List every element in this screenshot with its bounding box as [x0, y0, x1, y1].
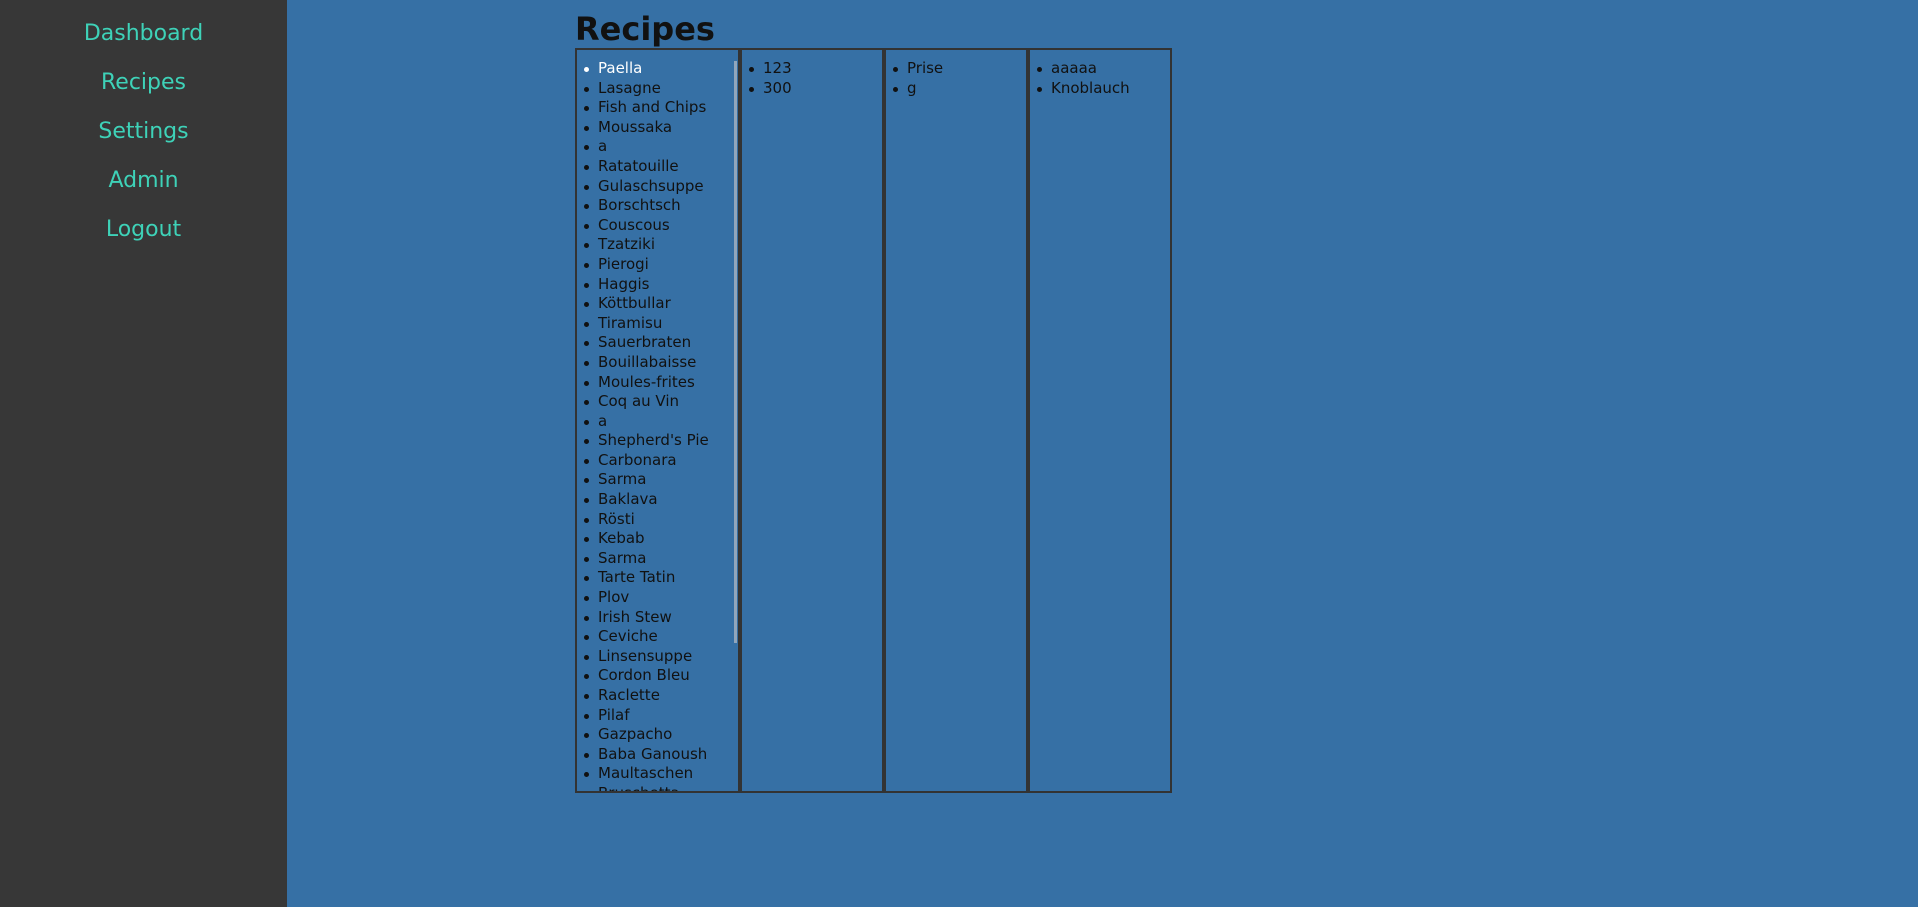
recipe-list-item[interactable]: Bruschetta	[598, 784, 738, 791]
recipe-list-item[interactable]: Gazpacho	[584, 725, 738, 745]
recipe-list-item[interactable]: Cordon Bleu	[584, 666, 738, 686]
unit-list: Prise g	[886, 50, 1026, 98]
recipe-list-item[interactable]: Moussaka	[584, 118, 738, 138]
recipe-list-item[interactable]: Coq au Vin	[584, 392, 738, 412]
recipe-list-item[interactable]: Moules-frites	[584, 373, 738, 393]
recipe-list-item[interactable]: Kebab	[584, 529, 738, 549]
recipe-list-item[interactable]: Sarma	[584, 470, 738, 490]
recipe-list-item[interactable]: Köttbullar	[584, 294, 738, 314]
recipe-list-item[interactable]: Pilaf	[584, 706, 738, 726]
recipe-list-item[interactable]: a	[584, 412, 738, 432]
recipe-list-item[interactable]: Irish Stew	[584, 608, 738, 628]
recipe-list-item[interactable]: a	[584, 137, 738, 157]
unit-list-panel: Prise g	[884, 48, 1028, 793]
recipe-list-item[interactable]: Carbonara	[584, 451, 738, 471]
recipe-list-item[interactable]: Paella	[584, 59, 738, 79]
recipe-list-item[interactable]: Tiramisu	[584, 314, 738, 334]
recipe-list-item[interactable]: Tarte Tatin	[584, 568, 738, 588]
recipe-list-item[interactable]: Raclette	[584, 686, 738, 706]
unit-list-item: Prise	[893, 59, 1026, 79]
ingredient-list-item: Knoblauch	[1037, 79, 1170, 99]
recipe-list-item[interactable]: Sauerbraten	[584, 333, 738, 353]
recipe-list-item[interactable]: Tzatziki	[584, 235, 738, 255]
recipe-list-item[interactable]: Shepherd's Pie	[584, 431, 738, 451]
recipe-list-item[interactable]: Plov	[584, 588, 738, 608]
recipe-list-item[interactable]: Pierogi	[584, 255, 738, 275]
nav-link-admin[interactable]: Admin	[0, 168, 287, 194]
unit-list-item: g	[893, 79, 1026, 99]
amount-list-panel: 123 300	[740, 48, 884, 793]
recipe-list-item[interactable]: Haggis	[584, 275, 738, 295]
recipe-list-item[interactable]: Baklava	[584, 490, 738, 510]
nav-link-logout[interactable]: Logout	[0, 217, 287, 243]
recipe-list-item[interactable]: Maultaschen	[584, 764, 738, 784]
recipe-list-item[interactable]: Lasagne	[584, 79, 738, 99]
nav-link-recipes[interactable]: Recipes	[0, 70, 287, 96]
page-title: Recipes	[575, 10, 715, 48]
recipe-list-item[interactable]: Baba Ganoush	[584, 745, 738, 765]
sidebar: Dashboard Recipes Settings Admin Logout	[0, 0, 287, 907]
recipe-list-item[interactable]: Ceviche	[584, 627, 738, 647]
ingredient-list: aaaaa Knoblauch	[1030, 50, 1170, 98]
recipe-list-panel[interactable]: Paella Lasagne Fish and Chips Moussaka a Rata…	[575, 48, 740, 793]
recipe-list-item[interactable]: Gulaschsuppe	[584, 177, 738, 197]
recipe-list-item[interactable]: Fish and Chips	[584, 98, 738, 118]
recipe-list: Paella Lasagne Fish and Chips Moussaka a Rata…	[577, 50, 738, 791]
ingredient-list-panel: aaaaa Knoblauch	[1028, 48, 1172, 793]
recipe-list-item[interactable]: Borschtsch	[584, 196, 738, 216]
amount-list-item: 300	[749, 79, 882, 99]
amount-list-item: 123	[749, 59, 882, 79]
recipe-list-scrollbar[interactable]	[734, 61, 737, 643]
recipe-list-item[interactable]: Couscous	[584, 216, 738, 236]
recipe-list-item[interactable]: Linsensuppe	[584, 647, 738, 667]
recipe-list-item[interactable]: Bouillabaisse	[584, 353, 738, 373]
nav-link-dashboard[interactable]: Dashboard	[0, 21, 287, 47]
nav-link-settings[interactable]: Settings	[0, 119, 287, 145]
recipe-list-item[interactable]: Rösti	[584, 510, 738, 530]
recipe-list-item[interactable]: Ratatouille	[584, 157, 738, 177]
ingredient-list-item: aaaaa	[1037, 59, 1170, 79]
amount-list: 123 300	[742, 50, 882, 98]
recipe-list-item[interactable]: Sarma	[584, 549, 738, 569]
